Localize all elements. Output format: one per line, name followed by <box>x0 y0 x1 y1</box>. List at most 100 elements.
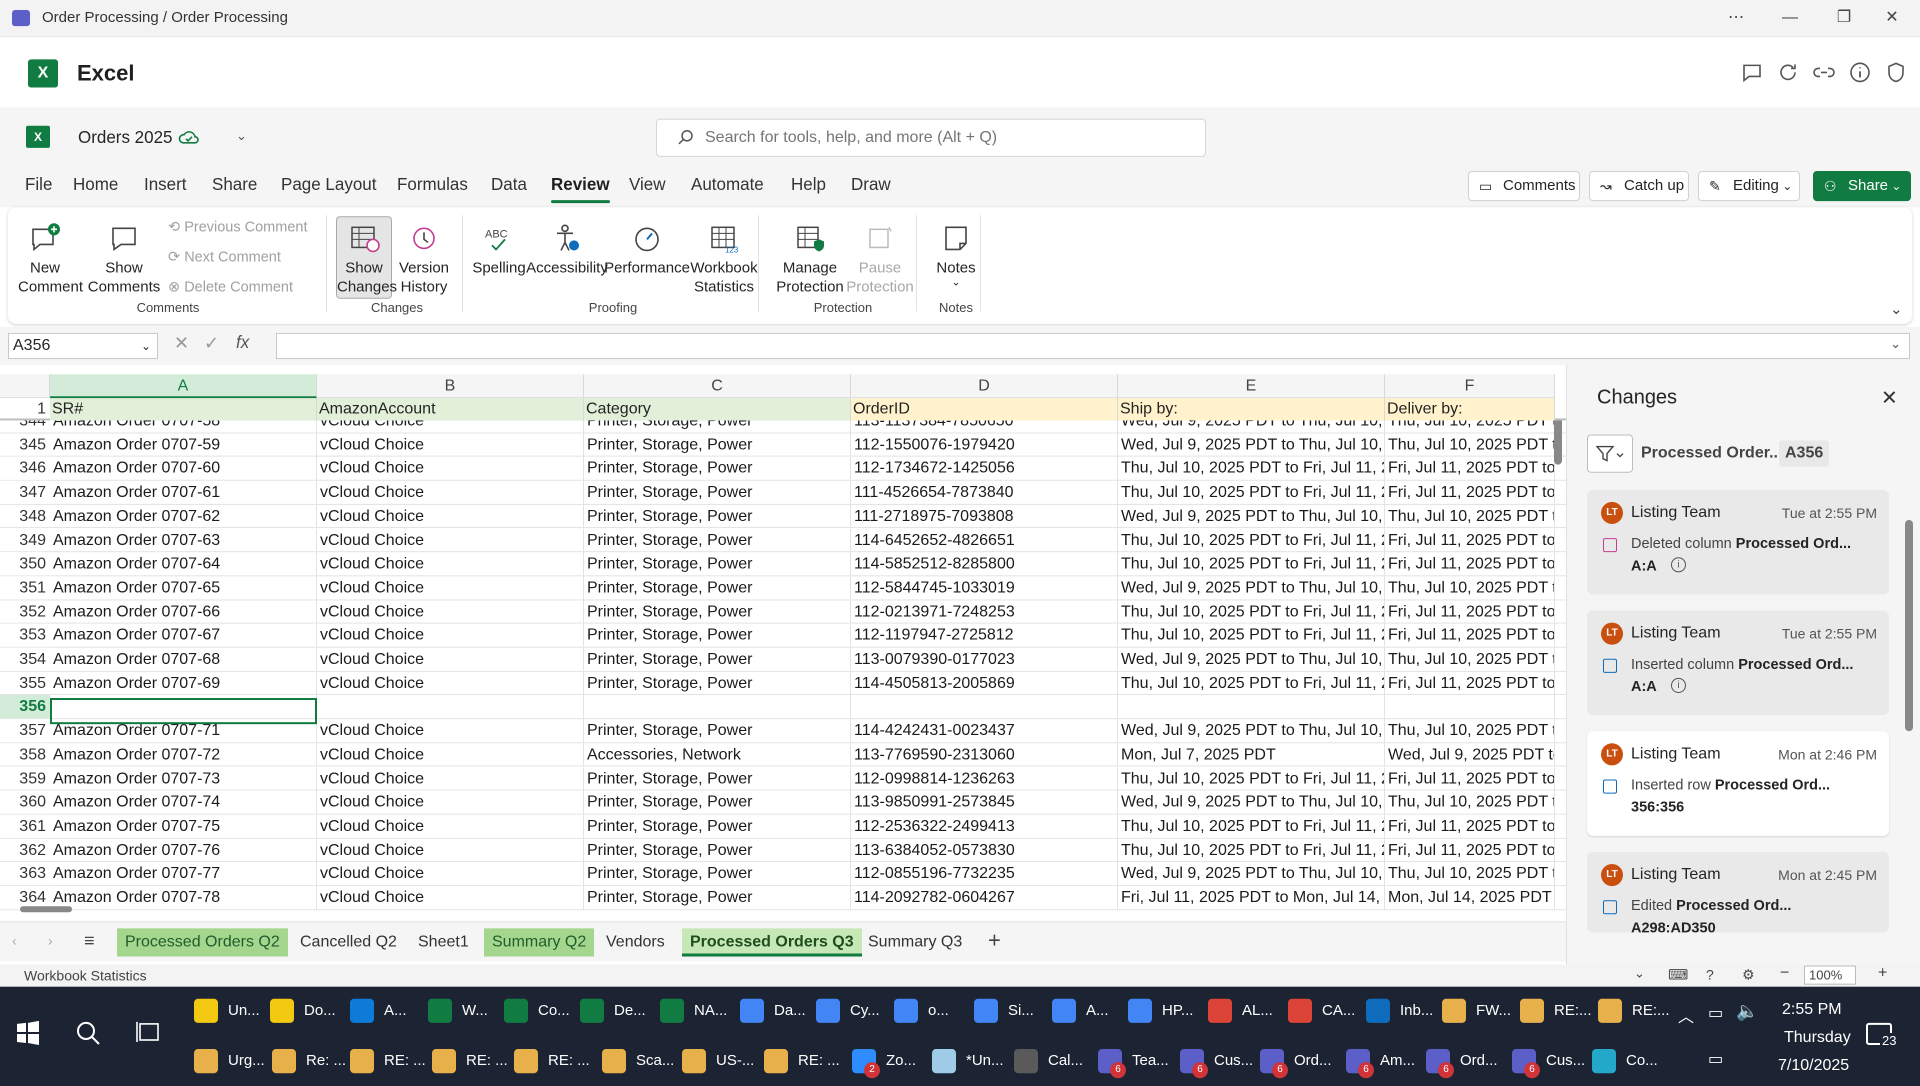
taskbar-item[interactable]: Zo... 2 <box>848 1045 916 1079</box>
cell-d[interactable]: 112-2536322-2499413 <box>851 814 1118 838</box>
row-number[interactable]: 348 <box>0 504 50 528</box>
tab-data[interactable]: Data <box>491 175 527 195</box>
version-history-button[interactable]: Version History <box>396 221 452 296</box>
cell-f[interactable]: Fri, Jul 11, 2025 PDT to T <box>1385 552 1555 576</box>
column-header-f[interactable]: F <box>1385 374 1555 399</box>
cell-d[interactable]: 112-1550076-1979420 <box>851 433 1118 457</box>
cell-f[interactable]: Thu, Jul 10, 2025 PDT to <box>1385 719 1555 743</box>
cell-b[interactable]: vCloud Choice <box>317 814 584 838</box>
chat-icon[interactable] <box>1740 60 1764 84</box>
cell-e[interactable]: Thu, Jul 10, 2025 PDT to Fri, Jul 11, 20 <box>1118 766 1385 790</box>
cell-b[interactable]: vCloud Choice <box>317 862 584 886</box>
cell-d[interactable]: 112-1734672-1425056 <box>851 457 1118 480</box>
cell-a[interactable]: Amazon Order 0707-73 <box>50 766 317 790</box>
cell-d[interactable]: 111-4526654-7873840 <box>851 480 1118 504</box>
cell-d[interactable]: 114-5852512-8285800 <box>851 552 1118 576</box>
cell-b[interactable]: vCloud Choice <box>317 504 584 528</box>
cell-c[interactable]: Printer, Storage, Power <box>584 576 851 600</box>
taskbar-item[interactable]: A... <box>346 995 407 1027</box>
column-header-e[interactable]: E <box>1118 374 1385 399</box>
clock-time[interactable]: 2:55 PM <box>1782 1001 1842 1019</box>
cell-f[interactable]: Fri, Jul 11, 2025 PDT to T <box>1385 528 1555 552</box>
show-comments-button[interactable]: Show Comments <box>86 221 162 296</box>
more-options-icon[interactable]: ⋯ <box>1714 4 1758 32</box>
cell-e[interactable]: Wed, Jul 9, 2025 PDT to Thu, Jul 10, 20 <box>1118 433 1385 457</box>
row-number[interactable]: 353 <box>0 623 50 647</box>
task-view-icon[interactable] <box>136 1020 162 1044</box>
cell-d[interactable]: 113-0079390-0177023 <box>851 647 1118 671</box>
cell-d[interactable]: 111-2718975-7093808 <box>851 504 1118 528</box>
cell-f[interactable]: Fri, Jul 11, 2025 PDT to T <box>1385 600 1555 623</box>
cell-e[interactable] <box>1118 695 1385 719</box>
header-cell[interactable]: SR# <box>50 398 317 421</box>
taskbar-item[interactable]: HP... <box>1124 995 1193 1027</box>
restore-button[interactable]: ❐ <box>1822 4 1866 32</box>
zoom-out-icon[interactable]: − <box>1780 965 1789 983</box>
cell-e[interactable]: Wed, Jul 9, 2025 PDT to Thu, Jul 10, 20 <box>1118 576 1385 600</box>
cancel-icon[interactable]: ✕ <box>174 333 189 354</box>
header-cell[interactable]: Deliver by: <box>1385 398 1555 421</box>
cell-a[interactable]: Amazon Order 0707-66 <box>50 600 317 623</box>
change-card[interactable]: LT Listing Team Tue at 2:55 PM Inserted col… <box>1587 610 1889 716</box>
cell-c[interactable]: Printer, Storage, Power <box>584 433 851 457</box>
name-box[interactable]: A356 ⌄ <box>8 332 158 360</box>
sheet-tab[interactable]: Processed Orders Q2 <box>117 928 288 957</box>
view-icon[interactable]: ⚙ <box>1742 967 1755 984</box>
workbook-statistics-button[interactable]: 123 Workbook Statistics <box>682 221 766 296</box>
cell-a[interactable]: Amazon Order 0707-65 <box>50 576 317 600</box>
taskbar-item[interactable]: RE: ... <box>346 1045 426 1077</box>
show-changes-button[interactable]: Show Changes <box>336 216 397 299</box>
cell-c[interactable]: Printer, Storage, Power <box>584 528 851 552</box>
row-number[interactable]: 357 <box>0 719 50 743</box>
add-sheet-icon[interactable]: + <box>988 927 1001 953</box>
network-icon[interactable]: ▭ <box>1708 1049 1723 1069</box>
minimize-button[interactable]: — <box>1768 4 1812 32</box>
taskbar-item[interactable]: o... <box>890 995 949 1027</box>
sheet-tab[interactable]: Sheet1 <box>410 928 477 956</box>
cell-b[interactable]: vCloud Choice <box>317 552 584 576</box>
pane-scroll-thumb[interactable] <box>1905 519 1913 732</box>
cell-a[interactable]: Amazon Order 0707-68 <box>50 647 317 671</box>
pause-protection-button[interactable]: Pause Protection <box>838 221 922 296</box>
tab-home[interactable]: Home <box>73 175 118 195</box>
cell-e[interactable]: Wed, Jul 9, 2025 PDT to Thu, Jul 10, 20 <box>1118 647 1385 671</box>
taskbar-item[interactable]: W... <box>424 995 488 1027</box>
cell-a[interactable]: Amazon Order 0707-76 <box>50 838 317 862</box>
cell-b[interactable]: vCloud Choice <box>317 480 584 504</box>
cell-b[interactable]: vCloud Choice <box>317 528 584 552</box>
header-cell[interactable]: Category <box>584 398 851 421</box>
sheet-tab[interactable]: Cancelled Q2 <box>292 928 405 956</box>
cell-f[interactable]: Fri, Jul 11, 2025 PDT to T <box>1385 838 1555 862</box>
cell-e[interactable]: Thu, Jul 10, 2025 PDT to Fri, Jul 11, 20 <box>1118 600 1385 623</box>
cell-e[interactable]: Thu, Jul 10, 2025 PDT to Fri, Jul 11, 20 <box>1118 838 1385 862</box>
cell-e[interactable]: Thu, Jul 10, 2025 PDT to Fri, Jul 11, 20 <box>1118 623 1385 647</box>
tab-automate[interactable]: Automate <box>691 175 764 195</box>
accessibility-button[interactable]: Accessibility <box>522 221 612 277</box>
cell-f[interactable] <box>1385 695 1555 719</box>
taskbar-item[interactable]: AL... <box>1204 995 1273 1027</box>
taskbar-item[interactable]: A... <box>1048 995 1109 1027</box>
taskbar-item[interactable]: Cus... 6 <box>1508 1045 1585 1079</box>
taskbar-item[interactable]: Urg... <box>190 1045 265 1077</box>
row-number[interactable]: 363 <box>0 862 50 886</box>
taskbar-item[interactable]: RE: ... <box>510 1045 590 1077</box>
filter-button[interactable] <box>1587 434 1633 473</box>
cell-c[interactable]: Printer, Storage, Power <box>584 623 851 647</box>
cell-e[interactable]: Wed, Jul 9, 2025 PDT to Thu, Jul 10, 20 <box>1118 504 1385 528</box>
taskbar-item[interactable]: US-... <box>678 1045 754 1077</box>
all-sheets-menu-icon[interactable]: ≡ <box>84 930 95 951</box>
taskbar-item[interactable]: FW... <box>1438 995 1511 1027</box>
next-comment-button[interactable]: ⟳ Next Comment <box>168 249 281 265</box>
document-title[interactable]: Orders 2025 <box>78 128 173 148</box>
cell-d[interactable]: 114-6452652-4826651 <box>851 528 1118 552</box>
doc-menu-chevron-icon[interactable]: ⌄ <box>236 128 247 144</box>
taskbar-item[interactable]: Re: ... <box>268 1045 346 1077</box>
row-number[interactable]: 349 <box>0 528 50 552</box>
refresh-icon[interactable] <box>1776 60 1800 84</box>
worksheet-grid[interactable]: ABCDEF 1 SR# AmazonAccount Category OrderID S… <box>0 374 1566 918</box>
sheet-tab[interactable]: Processed Orders Q3 <box>682 928 862 957</box>
taskbar-item[interactable]: RE: ... <box>428 1045 508 1077</box>
row-number[interactable]: 1 <box>0 398 50 419</box>
catch-up-button[interactable]: ↝ Catch up <box>1589 170 1689 202</box>
cell-c[interactable]: Printer, Storage, Power <box>584 600 851 623</box>
